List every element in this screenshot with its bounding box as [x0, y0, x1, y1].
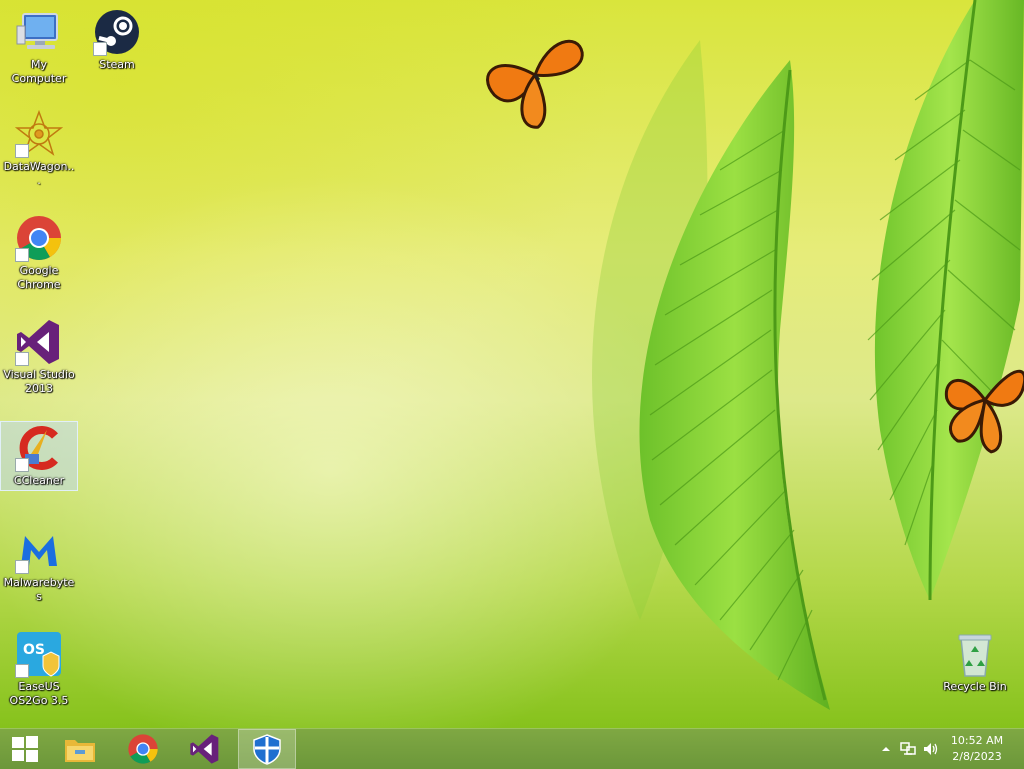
taskbar-security-app[interactable] — [238, 729, 296, 769]
desktop-icon-datawagon[interactable]: DataWagon... — [0, 109, 78, 188]
folder-icon — [65, 740, 95, 762]
volume-icon[interactable] — [922, 741, 938, 757]
shield-icon — [253, 734, 281, 765]
network-icon[interactable] — [900, 741, 916, 757]
taskbar-file-explorer[interactable] — [52, 729, 108, 769]
steam-icon — [93, 8, 141, 56]
chrome-icon — [128, 734, 158, 764]
clock-date: 2/8/2023 — [952, 750, 1002, 763]
svg-text:OS: OS — [23, 642, 45, 658]
desktop-wallpaper: My Computer Steam DataWagon... Google Ch… — [0, 0, 1024, 728]
clock[interactable]: 10:52 AM 2/8/2023 — [942, 733, 1012, 765]
desktop-icon-label: Google Chrome — [17, 264, 61, 291]
desktop-icon-label: Recycle Bin — [943, 680, 1007, 693]
desktop-icon-label: Steam — [99, 58, 135, 71]
chrome-icon — [15, 214, 63, 262]
start-button[interactable] — [0, 729, 50, 769]
shortcut-arrow-icon — [15, 352, 29, 366]
datawagon-icon — [14, 109, 64, 158]
computer-icon — [15, 8, 63, 56]
desktop-icon-label: CCleaner — [13, 474, 65, 487]
desktop-icon-google-chrome[interactable]: Google Chrome — [0, 214, 78, 292]
desktop-icon-ccleaner[interactable]: CCleaner — [0, 421, 78, 491]
visual-studio-icon — [15, 318, 63, 366]
system-tray: 10:52 AM 2/8/2023 — [864, 729, 1024, 769]
ccleaner-icon — [15, 424, 63, 472]
shortcut-arrow-icon — [93, 42, 107, 56]
shortcut-arrow-icon — [15, 144, 29, 158]
shortcut-arrow-icon — [15, 248, 29, 262]
desktop-icon-my-computer[interactable]: My Computer — [0, 8, 78, 86]
desktop-icon-steam[interactable]: Steam — [78, 8, 156, 72]
desktop-icon-label: DataWagon... — [3, 160, 75, 187]
windows-logo-icon — [12, 736, 38, 762]
desktop-icon-visual-studio[interactable]: Visual Studio 2013 — [0, 318, 78, 396]
taskbar-visual-studio[interactable] — [177, 729, 233, 769]
shortcut-arrow-icon — [15, 458, 29, 472]
desktop-icon-label: Malwarebytes — [3, 576, 75, 603]
recycle-bin-icon — [951, 630, 999, 678]
malwarebytes-icon — [15, 526, 63, 574]
easeus-os2go-icon: OS — [15, 630, 63, 678]
show-hidden-icons-chevron-up-icon[interactable] — [878, 741, 894, 757]
clock-time: 10:52 AM — [950, 734, 1004, 747]
taskbar-google-chrome[interactable] — [115, 729, 171, 769]
taskbar: 10:52 AM 2/8/2023 — [0, 728, 1024, 769]
desktop-icon-label: My Computer — [11, 58, 67, 85]
desktop-icon-malwarebytes[interactable]: Malwarebytes — [0, 526, 78, 604]
desktop-icon-label: Visual Studio 2013 — [3, 368, 75, 395]
desktop-icon-easeus-os2go[interactable]: OS EaseUS OS2Go 3.5 — [0, 630, 78, 708]
wallpaper-art — [486, 0, 1024, 710]
shortcut-arrow-icon — [15, 664, 29, 678]
desktop-icon-recycle-bin[interactable]: Recycle Bin — [936, 630, 1014, 694]
desktop-icon-label: EaseUS OS2Go 3.5 — [9, 680, 69, 707]
visual-studio-icon — [190, 734, 219, 764]
shortcut-arrow-icon — [15, 560, 29, 574]
